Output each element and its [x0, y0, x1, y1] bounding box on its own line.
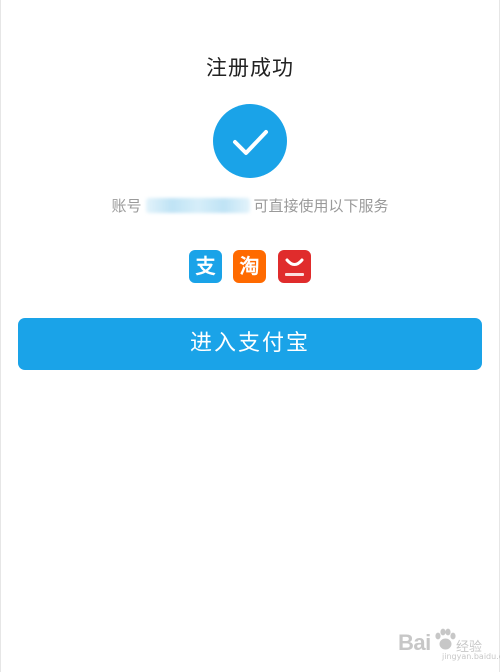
service-icons: 支 淘 — [189, 250, 311, 284]
taobao-icon: 淘 — [233, 250, 266, 283]
left-divider — [0, 0, 1, 672]
watermark-url: jingyan.baidu.com — [442, 652, 500, 661]
paw-icon — [435, 628, 456, 650]
watermark-brand: Bai — [398, 630, 431, 655]
account-info-line: 账号 可直接使用以下服务 — [0, 195, 500, 216]
success-check-icon — [213, 104, 287, 178]
page-title: 注册成功 — [206, 56, 294, 80]
registration-success-screen: 注册成功 账号 可直接使用以下服务 支 淘 进入支付宝 Bai 经验 jingya… — [0, 0, 500, 672]
alipay-icon: 支 — [189, 250, 222, 283]
baidu-jingyan-watermark: Bai 经验 jingyan.baidu.com — [398, 624, 500, 664]
account-label: 账号 — [111, 197, 142, 215]
tmall-icon — [278, 250, 311, 283]
enter-alipay-button[interactable]: 进入支付宝 — [18, 318, 482, 370]
masked-account-number — [145, 198, 250, 213]
account-services-text: 可直接使用以下服务 — [253, 197, 389, 215]
